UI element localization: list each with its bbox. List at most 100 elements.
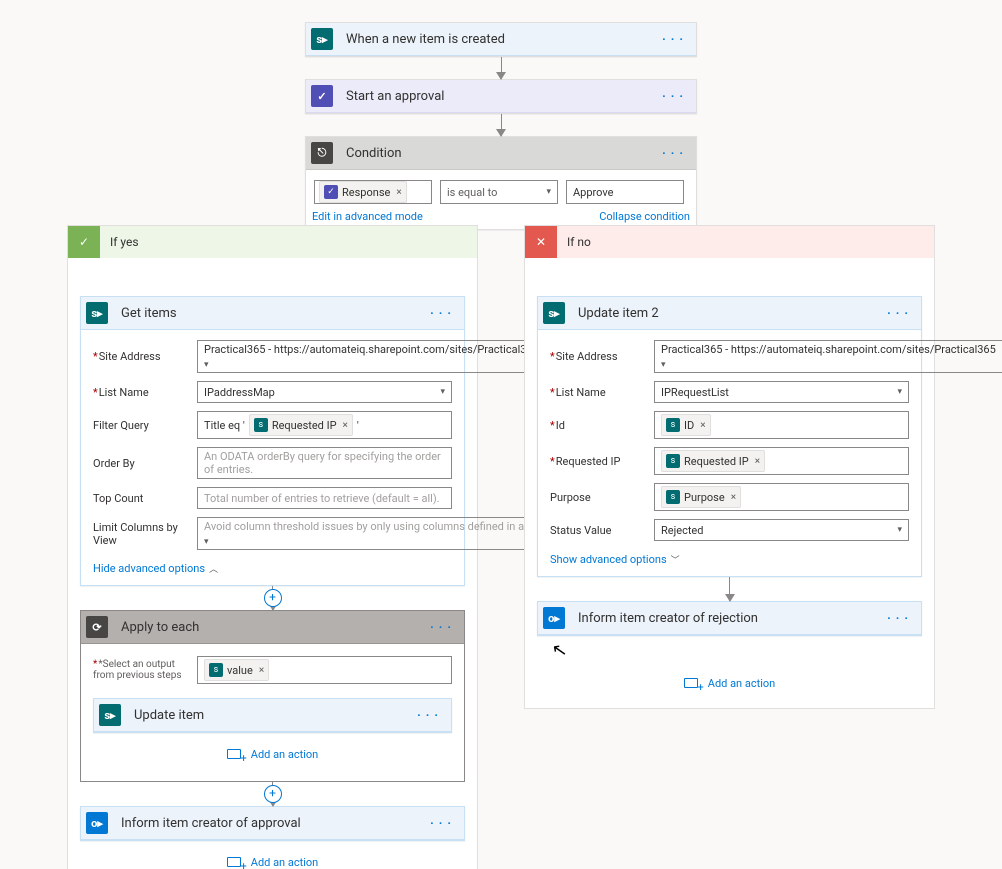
status-select[interactable]: Rejected ▾: [654, 519, 909, 541]
edit-advanced-link[interactable]: Edit in advanced mode: [312, 210, 423, 223]
collapse-condition-link[interactable]: Collapse condition: [599, 210, 690, 223]
sharepoint-token-icon: s: [209, 663, 223, 677]
approval-menu-icon[interactable]: · · ·: [656, 89, 690, 103]
add-action-icon: [227, 747, 245, 761]
if-yes-label: If yes: [100, 235, 139, 249]
token-label: Requested IP: [272, 419, 337, 432]
id-input[interactable]: s ID ×: [654, 411, 909, 439]
condition-menu-icon[interactable]: · · ·: [656, 146, 690, 160]
apply-to-each-card[interactable]: ⟳ Apply to each · · · *Select an output …: [80, 610, 465, 782]
condition-icon: ⎋: [306, 137, 338, 169]
site-address-select[interactable]: Practical365 - https://automateiq.sharep…: [654, 340, 1002, 373]
token-remove-icon[interactable]: ×: [753, 456, 760, 467]
update-item-title: Update item: [126, 708, 411, 723]
list-name-select[interactable]: IPRequestList ▾: [654, 381, 909, 403]
sharepoint-icon: s▸: [94, 699, 126, 731]
add-action-icon: [684, 676, 702, 690]
add-action-label: Add an action: [251, 856, 318, 869]
token-label: ID: [684, 419, 694, 432]
if-no-branch: ✕ If no s▸ Update item 2 · · · Site Addr…: [524, 225, 935, 709]
token-requested-ip[interactable]: s Requested IP ×: [661, 450, 765, 472]
token-label: Purpose: [684, 491, 725, 504]
inform-rejection-menu-icon[interactable]: · · ·: [881, 611, 915, 625]
token-id[interactable]: s ID ×: [661, 414, 711, 436]
condition-left-operand[interactable]: ✓ Response ×: [314, 180, 432, 204]
approval-title: Start an approval: [338, 89, 656, 104]
chevron-down-icon: ▾: [204, 360, 209, 370]
inform-rejection-title: Inform item creator of rejection: [570, 611, 881, 626]
update-item-card[interactable]: s▸ Update item · · ·: [93, 698, 452, 733]
select-output-input[interactable]: s value ×: [197, 656, 452, 684]
site-address-select[interactable]: Practical365 - https://automateiq.sharep…: [197, 340, 546, 373]
approval-card[interactable]: ✓ Start an approval · · ·: [305, 79, 697, 114]
cross-icon: ✕: [525, 226, 557, 258]
sharepoint-token-icon: s: [254, 418, 268, 432]
hide-advanced-link[interactable]: Hide advanced options ︿: [93, 558, 452, 579]
field-label: Site Address: [550, 350, 646, 363]
update-item-2-card[interactable]: s▸ Update item 2 · · · Site Address Prac…: [537, 296, 922, 577]
condition-card[interactable]: ⎋ Condition · · · ✓ Response × is equal …: [305, 136, 697, 230]
token-purpose[interactable]: s Purpose ×: [661, 486, 741, 508]
apply-each-menu-icon[interactable]: · · ·: [424, 620, 458, 634]
check-icon: ✓: [68, 226, 100, 258]
add-step-icon[interactable]: +: [264, 785, 282, 803]
get-items-menu-icon[interactable]: · · ·: [424, 306, 458, 320]
add-action-button[interactable]: Add an action: [80, 841, 465, 869]
add-step-icon[interactable]: +: [264, 589, 282, 607]
if-no-label: If no: [557, 235, 591, 249]
update-item-2-menu-icon[interactable]: · · ·: [881, 306, 915, 320]
sharepoint-icon: s▸: [306, 23, 338, 55]
filter-query-input[interactable]: Title eq ' s Requested IP × ': [197, 411, 452, 439]
inform-approval-menu-icon[interactable]: · · ·: [424, 816, 458, 830]
show-advanced-text: Show advanced options: [550, 553, 667, 566]
chevron-down-icon: ▾: [440, 387, 445, 397]
purpose-input[interactable]: s Purpose ×: [654, 483, 909, 511]
field-label: Order By: [93, 457, 189, 470]
chevron-down-icon: ▾: [897, 525, 902, 535]
loop-icon: ⟳: [81, 611, 113, 643]
add-action-button[interactable]: Add an action: [93, 733, 452, 761]
add-action-label: Add an action: [708, 677, 775, 690]
inform-approval-card[interactable]: o▸ Inform item creator of approval · · ·: [80, 806, 465, 841]
chevron-down-icon: ▾: [897, 387, 902, 397]
token-remove-icon[interactable]: ×: [729, 492, 736, 503]
show-advanced-link[interactable]: Show advanced options ﹀: [550, 549, 909, 570]
chevron-up-icon: ︿: [209, 562, 218, 575]
add-action-icon: [227, 855, 245, 869]
apply-each-title: Apply to each: [113, 620, 424, 635]
trigger-card[interactable]: s▸ When a new item is created · · ·: [305, 22, 697, 57]
update-item-2-title: Update item 2: [570, 306, 881, 321]
update-item-menu-icon[interactable]: · · ·: [411, 708, 445, 722]
requested-ip-input[interactable]: s Requested IP ×: [654, 447, 909, 475]
limit-view-select[interactable]: Avoid column threshold issues by only us…: [197, 517, 556, 550]
token-requested-ip[interactable]: s Requested IP ×: [249, 414, 353, 436]
token-remove-icon[interactable]: ×: [698, 420, 705, 431]
token-remove-icon[interactable]: ×: [341, 420, 348, 431]
token-remove-icon[interactable]: ×: [257, 665, 264, 676]
add-action-label: Add an action: [251, 748, 318, 761]
condition-title: Condition: [338, 146, 656, 161]
approval-token-icon: ✓: [324, 185, 338, 199]
field-label: Filter Query: [93, 419, 189, 432]
inform-rejection-card[interactable]: o▸ Inform item creator of rejection · · …: [537, 601, 922, 636]
select-output-label: *Select an output from previous steps: [93, 659, 189, 681]
token-response[interactable]: ✓ Response ×: [319, 181, 407, 203]
order-by-input[interactable]: An ODATA orderBy query for specifying th…: [197, 447, 452, 479]
filter-suffix: ': [357, 419, 359, 432]
list-name-select[interactable]: IPaddressMap ▾: [197, 381, 452, 403]
outlook-icon: o▸: [538, 602, 570, 634]
outlook-icon: o▸: [81, 807, 113, 839]
token-value[interactable]: s value ×: [204, 659, 269, 681]
field-label: Status Value: [550, 524, 646, 537]
token-remove-icon[interactable]: ×: [394, 187, 401, 198]
token-label: value: [227, 664, 253, 677]
filter-prefix: Title eq ': [204, 419, 245, 432]
field-label: Site Address: [93, 350, 189, 363]
add-action-button[interactable]: Add an action: [537, 636, 922, 690]
condition-right-value[interactable]: Approve: [566, 180, 684, 204]
trigger-menu-icon[interactable]: · · ·: [656, 32, 690, 46]
condition-operator-select[interactable]: is equal to ▾: [440, 180, 558, 204]
top-count-input[interactable]: Total number of entries to retrieve (def…: [197, 487, 452, 509]
chevron-down-icon: ▾: [661, 360, 666, 370]
get-items-card[interactable]: s▸ Get items · · · Site Address Practica…: [80, 296, 465, 586]
